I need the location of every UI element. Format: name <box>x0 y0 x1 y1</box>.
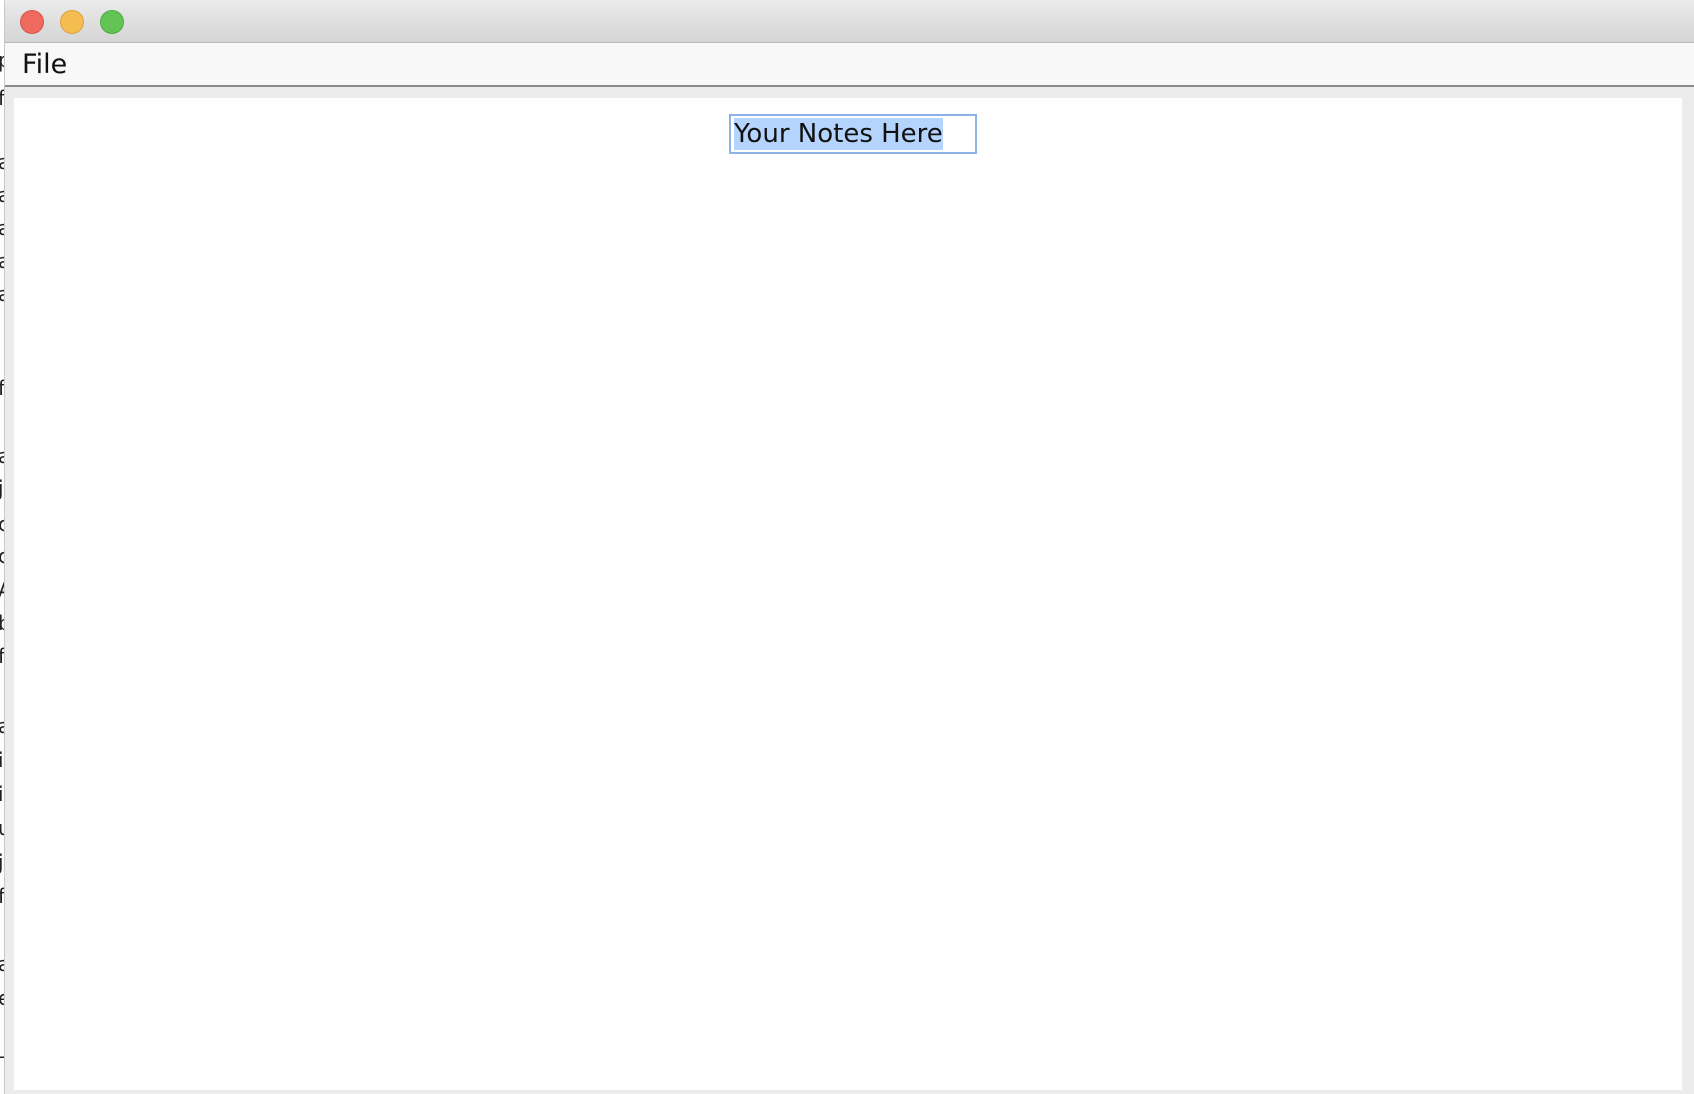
content-panel: Your Notes Here <box>14 98 1682 1090</box>
title-bar[interactable] <box>5 0 1694 43</box>
menu-file[interactable]: File <box>22 49 67 80</box>
notes-window: File Your Notes Here <box>4 0 1694 1094</box>
notes-text-selected[interactable]: Your Notes Here <box>734 118 943 150</box>
notes-text-field[interactable]: Your Notes Here <box>729 114 977 154</box>
close-icon[interactable] <box>20 10 44 34</box>
minimize-icon[interactable] <box>60 10 84 34</box>
zoom-icon[interactable] <box>100 10 124 34</box>
menu-bar: File <box>5 43 1694 87</box>
